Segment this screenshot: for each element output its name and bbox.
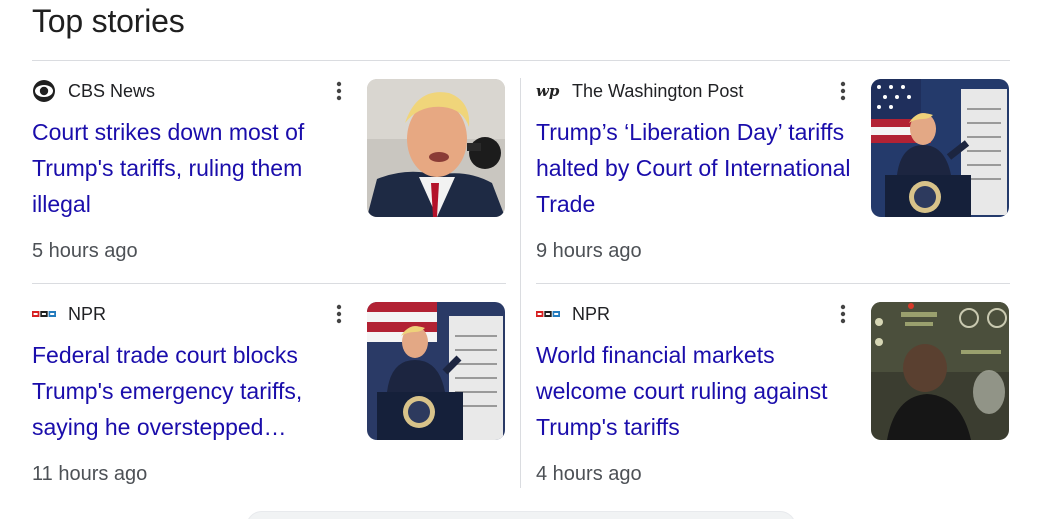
source-name: NPR [68, 303, 107, 324]
section-title: Top stories [32, 3, 185, 39]
svg-text:wp: wp [536, 82, 560, 100]
source-name: NPR [572, 303, 611, 324]
cbs-eye-icon [32, 79, 56, 103]
vertical-dots-icon [336, 81, 342, 101]
story-card[interactable]: NPR Federal trade court blocks Trump's e… [32, 301, 506, 501]
story-thumbnail[interactable] [367, 79, 505, 217]
vertical-dots-icon [840, 81, 846, 101]
story-headline-link[interactable]: Federal trade court blocks Trump's emerg… [32, 337, 350, 445]
story-card[interactable]: NPR World financial markets welcome cour… [536, 301, 1010, 501]
more-options-button[interactable] [832, 78, 854, 104]
story-headline-link[interactable]: Trump’s ‘Liberation Day’ tariffs halted … [536, 114, 854, 222]
row-divider-right [536, 283, 1010, 284]
more-options-button[interactable] [328, 301, 350, 327]
more-options-button[interactable] [832, 301, 854, 327]
story-source: wp The Washington Post [536, 79, 743, 103]
column-divider [520, 78, 521, 488]
story-card[interactable]: wp The Washington Post Trump’s ‘Liberati… [536, 78, 1010, 278]
story-headline-link[interactable]: Court strikes down most of Trump's tarif… [32, 114, 350, 222]
story-thumbnail[interactable] [871, 302, 1009, 440]
more-news-button[interactable] [246, 511, 796, 519]
story-headline-link[interactable]: World financial markets welcome court ru… [536, 337, 854, 445]
vertical-dots-icon [840, 304, 846, 324]
story-thumbnail[interactable] [871, 79, 1009, 217]
story-source: NPR [32, 302, 106, 326]
story-source: CBS News [32, 79, 155, 103]
story-thumbnail[interactable] [367, 302, 505, 440]
more-options-button[interactable] [328, 78, 350, 104]
npr-logo-icon [536, 302, 560, 326]
top-stories-panel: Top stories CBS News Court strikes down … [0, 0, 1045, 519]
story-timestamp: 5 hours ago [32, 240, 138, 262]
npr-logo-icon [32, 302, 56, 326]
vertical-dots-icon [336, 304, 342, 324]
source-name: The Washington Post [572, 80, 744, 101]
story-timestamp: 11 hours ago [32, 463, 148, 485]
source-name: CBS News [68, 80, 156, 101]
story-source: NPR [536, 302, 610, 326]
wp-logo-icon: wp [536, 79, 560, 103]
story-card[interactable]: CBS News Court strikes down most of Trum… [32, 78, 506, 278]
row-divider-left [32, 283, 506, 284]
story-timestamp: 9 hours ago [536, 240, 642, 262]
section-divider [32, 60, 1010, 61]
story-timestamp: 4 hours ago [536, 463, 642, 485]
